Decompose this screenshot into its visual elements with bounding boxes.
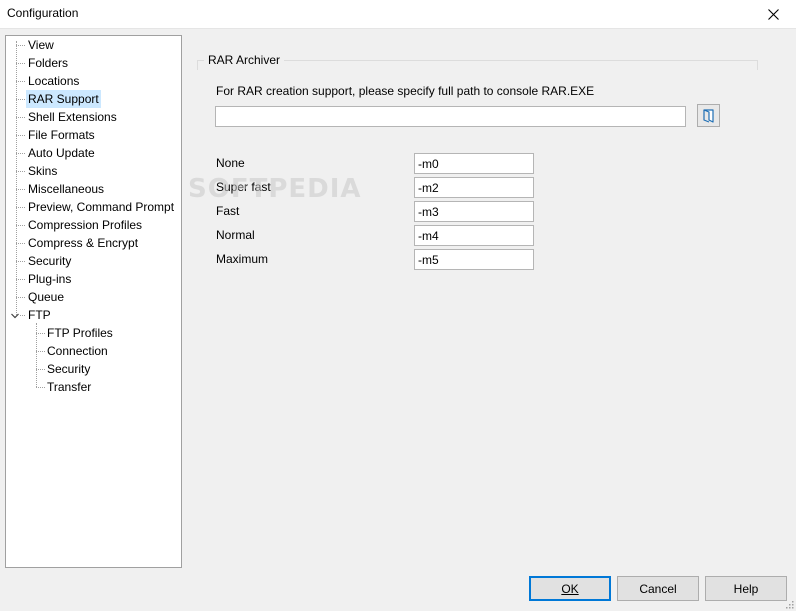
tree-item-compression-profiles[interactable]: Compression Profiles — [26, 216, 144, 234]
tree-line — [16, 261, 25, 262]
rar-groupbox-edge — [757, 60, 758, 70]
rar-path-input[interactable] — [215, 106, 686, 127]
settings-tree[interactable]: View Folders Locations RAR Support Shell… — [5, 35, 182, 568]
tree-line — [16, 171, 25, 172]
level-input-none[interactable] — [414, 153, 534, 174]
tree-line — [36, 351, 45, 352]
tree-item-folders[interactable]: Folders — [26, 54, 70, 72]
tree-line — [16, 41, 17, 315]
ok-button-label: OK — [561, 581, 579, 596]
tree-item-rar-support[interactable]: RAR Support — [26, 90, 101, 108]
title-bar: Configuration — [0, 0, 796, 29]
folder-browse-icon — [703, 108, 714, 123]
softpedia-watermark: SOFTPEDIA — [188, 174, 362, 204]
tree-line — [16, 207, 25, 208]
tree-item-view[interactable]: View — [26, 36, 56, 54]
level-input-normal[interactable] — [414, 225, 534, 246]
tree-line — [16, 135, 25, 136]
resize-grip-icon[interactable] — [784, 599, 794, 609]
tree-item-connection[interactable]: Connection — [45, 342, 110, 360]
tree-item-compress-encrypt[interactable]: Compress & Encrypt — [26, 234, 140, 252]
tree-line — [16, 99, 25, 100]
tree-item-locations[interactable]: Locations — [26, 72, 81, 90]
tree-line — [36, 387, 45, 388]
rar-group-title: RAR Archiver — [204, 53, 285, 67]
tree-line — [16, 153, 25, 154]
level-label-normal: Normal — [216, 228, 255, 242]
level-label-none: None — [216, 156, 245, 170]
tree-item-queue[interactable]: Queue — [26, 288, 66, 306]
tree-item-skins[interactable]: Skins — [26, 162, 59, 180]
tree-line — [16, 63, 25, 64]
tree-line — [16, 81, 25, 82]
cancel-button[interactable]: Cancel — [617, 576, 699, 601]
tree-item-ftp[interactable]: FTP — [26, 306, 53, 324]
tree-item-file-formats[interactable]: File Formats — [26, 126, 97, 144]
level-label-maximum: Maximum — [216, 252, 269, 266]
close-icon — [767, 8, 779, 20]
level-label-super-fast: Super fast — [216, 180, 271, 194]
help-button[interactable]: Help — [705, 576, 787, 601]
tree-item-transfer[interactable]: Transfer — [45, 378, 93, 396]
browse-button[interactable] — [697, 104, 720, 127]
tree-line — [16, 117, 25, 118]
tree-line — [16, 243, 25, 244]
tree-item-miscellaneous[interactable]: Miscellaneous — [26, 180, 106, 198]
tree-item-shell-extensions[interactable]: Shell Extensions — [26, 108, 119, 126]
window-title: Configuration — [7, 6, 79, 20]
tree-line — [20, 315, 25, 316]
rar-groupbox-edge — [197, 60, 198, 70]
level-input-maximum[interactable] — [414, 249, 534, 270]
tree-item-ftp-security[interactable]: Security — [45, 360, 92, 378]
tree-item-ftp-profiles[interactable]: FTP Profiles — [45, 324, 115, 342]
tree-item-security[interactable]: Security — [26, 252, 73, 270]
tree-item-plug-ins[interactable]: Plug-ins — [26, 270, 73, 288]
rar-path-description: For RAR creation support, please specify… — [216, 84, 595, 98]
level-label-fast: Fast — [216, 204, 240, 218]
close-button[interactable] — [750, 0, 796, 28]
chevron-down-icon[interactable] — [10, 311, 20, 321]
ok-button[interactable]: OK — [529, 576, 611, 601]
tree-line — [16, 225, 25, 226]
tree-line — [16, 189, 25, 190]
tree-item-preview-command-prompt[interactable]: Preview, Command Prompt — [26, 198, 176, 216]
level-input-fast[interactable] — [414, 201, 534, 222]
tree-line — [36, 333, 45, 334]
tree-item-auto-update[interactable]: Auto Update — [26, 144, 97, 162]
level-input-super-fast[interactable] — [414, 177, 534, 198]
tree-line — [16, 279, 25, 280]
tree-line — [36, 369, 45, 370]
tree-line — [16, 297, 25, 298]
tree-line — [16, 45, 25, 46]
